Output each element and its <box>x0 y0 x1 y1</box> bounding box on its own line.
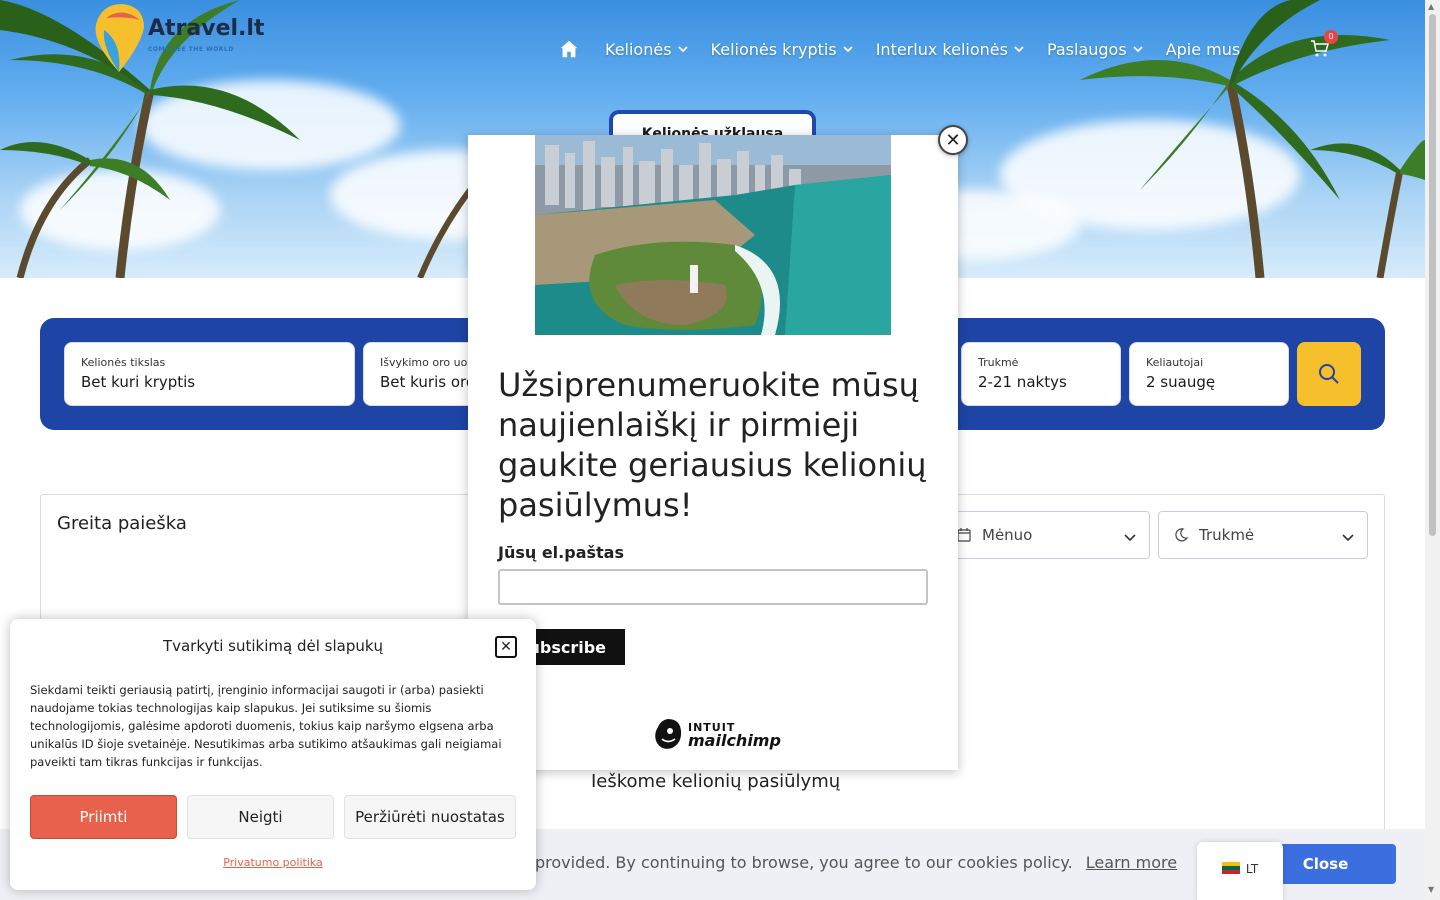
chevron-down-icon <box>677 46 688 53</box>
scrollbar-thumb[interactable] <box>1429 14 1436 536</box>
nav-label: Kelionės kryptis <box>710 39 837 59</box>
nav-label: Kelionės <box>605 39 672 59</box>
consent-close-button[interactable]: ✕ <box>495 636 517 658</box>
coastal-city-image <box>535 135 891 335</box>
nav-label: Apie mus <box>1165 39 1241 59</box>
search-icon <box>1319 364 1339 384</box>
chevron-down-icon <box>1133 46 1143 53</box>
duration-select[interactable]: Trukmė <box>1158 511 1368 559</box>
destination-field[interactable]: Kelionės tikslas Bet kuri kryptis <box>64 342 355 406</box>
home-icon[interactable] <box>558 38 580 60</box>
mailchimp-freddie-icon <box>655 719 682 749</box>
nav-label: Paslaugos <box>1046 39 1127 59</box>
nav-item-paslaugos[interactable]: Paslaugos <box>1047 40 1143 59</box>
consent-title: Tvarkyti sutikimą dėl slapukų <box>162 637 384 655</box>
close-icon: ✕ <box>500 639 512 655</box>
language-switcher[interactable]: LT <box>1197 842 1283 900</box>
site-logo[interactable]: Atravel.lt COME SEE THE WORLD <box>92 2 272 72</box>
close-icon: ✕ <box>945 129 961 151</box>
chevron-down-icon <box>843 46 853 53</box>
modal-city-photo <box>535 135 891 335</box>
cookie-notice-text: provided. By continuing to browse, you a… <box>535 853 1177 872</box>
field-label: Kelionės tikslas <box>81 356 166 369</box>
nav-item-keliones[interactable]: Kelionės <box>605 40 688 59</box>
consent-body-text: Siekdami teikti geriausią patirtį, įreng… <box>30 683 502 769</box>
deny-cookies-button[interactable]: Neigti <box>187 795 334 839</box>
modal-close-button[interactable]: ✕ <box>938 125 968 155</box>
month-select[interactable]: Mėnuo <box>941 511 1150 559</box>
email-label: Jūsų el.paštas <box>498 543 624 562</box>
chevron-down-icon <box>1124 534 1136 542</box>
field-label: Keliautojai <box>1146 356 1204 369</box>
travellers-field[interactable]: Keliautojai 2 suaugę <box>1129 342 1289 406</box>
mailchimp-brand-name: mailchimp <box>688 731 781 750</box>
newsletter-heading: Užsiprenumeruokite mūsų naujienlaiškį ir… <box>498 366 927 524</box>
nav-item-apie-mus[interactable]: Apie mus <box>1166 40 1241 59</box>
duration-field[interactable]: Trukmė 2-21 naktys <box>961 342 1121 406</box>
learn-more-link[interactable]: Learn more <box>1086 853 1177 872</box>
nav-label: Interlux kelionės <box>875 39 1008 59</box>
month-select-value: Mėnuo <box>982 526 1033 544</box>
logo-pin-icon <box>95 4 144 72</box>
scroll-up-arrow-icon[interactable]: ▲ <box>1428 2 1434 11</box>
logo-subtitle: COME SEE THE WORLD <box>148 46 234 53</box>
nav-item-interlux-keliones[interactable]: Interlux kelionės <box>876 40 1024 59</box>
lithuania-flag-icon <box>1221 862 1240 874</box>
chevron-down-icon <box>1014 46 1024 53</box>
scroll-down-arrow-icon[interactable]: ▼ <box>1428 885 1434 894</box>
mailchimp-logo: INTUIT mailchimp <box>652 717 781 751</box>
duration-select-value: Trukmė <box>1199 526 1255 544</box>
quick-search-title: Greita paieška <box>57 513 187 534</box>
field-label: Trukmė <box>978 356 1019 369</box>
privacy-policy-link[interactable]: Privatumo politika <box>10 856 536 869</box>
calendar-icon <box>957 528 971 542</box>
view-preferences-button[interactable]: Peržiūrėti nuostatas <box>344 795 516 839</box>
cart-count-badge: 0 <box>1324 30 1338 44</box>
field-value: Bet kuri kryptis <box>81 373 196 391</box>
main-nav: Kelionės Kelionės kryptis Interlux kelio… <box>558 36 1263 62</box>
email-field[interactable] <box>498 569 928 605</box>
field-value: 2-21 naktys <box>978 373 1067 391</box>
accept-cookies-button[interactable]: Priimti <box>30 795 177 839</box>
cookie-notice-message: provided. By continuing to browse, you a… <box>535 853 1073 872</box>
nav-item-keliones-kryptis[interactable]: Kelionės kryptis <box>711 40 853 59</box>
chevron-down-icon <box>1342 534 1354 542</box>
moon-icon <box>1175 528 1189 542</box>
cookie-consent-dialog: Tvarkyti sutikimą dėl slapukų ✕ Siekdami… <box>10 619 536 890</box>
language-code: LT <box>1245 862 1259 876</box>
field-value: 2 suaugę <box>1146 373 1216 391</box>
search-button[interactable] <box>1297 342 1361 406</box>
newsletter-modal: Užsiprenumeruokite mūsų naujienlaiškį ir… <box>468 135 958 770</box>
loading-text: Ieškome kelionių pasiūlymų <box>591 771 841 792</box>
logo-title: Atravel.lt <box>148 16 265 41</box>
